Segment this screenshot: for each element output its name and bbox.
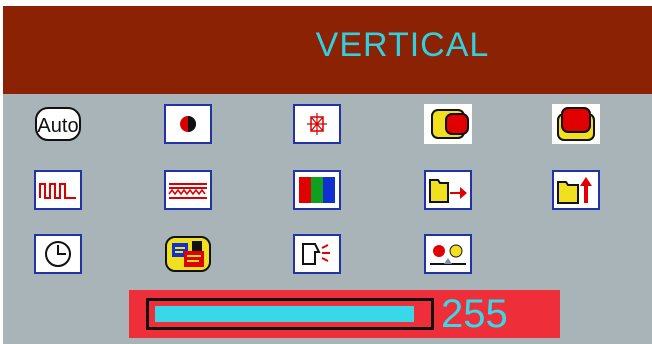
phase-icon[interactable] <box>164 170 212 210</box>
menu-title: VERTICAL <box>315 26 490 64</box>
slider-value: 255 <box>441 292 508 336</box>
auto-adjust-icon[interactable]: Auto <box>34 104 82 144</box>
vertical-slider[interactable]: 255 <box>129 290 560 338</box>
h-size-icon[interactable] <box>424 170 472 210</box>
color-bars-icon[interactable] <box>293 170 341 210</box>
osd-menu: VERTICAL Auto 255 <box>0 0 652 344</box>
language-icon[interactable] <box>164 234 212 274</box>
clock-pulse-icon[interactable] <box>34 170 82 210</box>
slider-track[interactable] <box>146 298 434 330</box>
color-temp-icon[interactable] <box>424 234 472 274</box>
brightness-icon[interactable] <box>293 104 341 144</box>
slider-fill <box>155 306 414 322</box>
v-size-icon[interactable] <box>552 170 600 210</box>
horizontal-position-icon[interactable] <box>424 104 472 144</box>
vertical-position-icon[interactable] <box>552 104 600 144</box>
contrast-icon[interactable] <box>164 104 212 144</box>
timer-icon[interactable] <box>34 234 82 274</box>
osd-header: VERTICAL <box>3 6 652 94</box>
recall-icon[interactable] <box>293 234 341 274</box>
svg-text:Auto: Auto <box>37 115 78 137</box>
